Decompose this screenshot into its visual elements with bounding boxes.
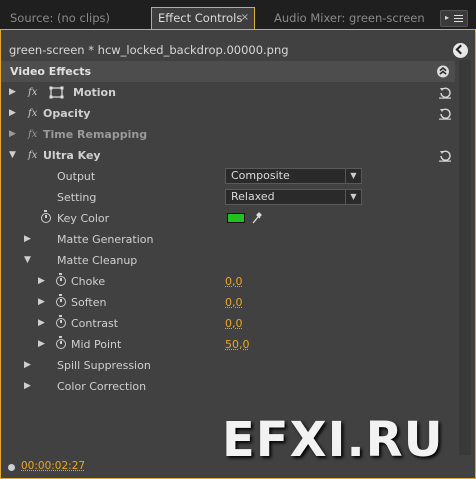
property-row-soften: ▶ Soften 0,0 [1,292,455,313]
disclosure-triangle-icon[interactable]: ▶ [24,376,31,397]
collapse-all-icon[interactable] [436,65,450,78]
group-row-color-correction[interactable]: ▶ Color Correction [1,376,455,397]
fx-badge[interactable]: fx [28,82,37,103]
reset-icon[interactable] [438,149,452,162]
stopwatch-icon[interactable] [56,336,66,349]
playhead-icon [8,464,15,471]
output-select-value: Composite [231,169,290,182]
property-label-setting: Setting [57,191,97,204]
tab-audio-mixer[interactable]: Audio Mixer: green-screen [264,8,429,29]
group-row-matte-generation[interactable]: ▶ Matte Generation [1,229,455,250]
disclosure-triangle-icon[interactable]: ▶ [9,82,16,103]
output-select[interactable]: Composite ▼ [225,168,362,184]
effect-row-time-remapping[interactable]: ▶ fx Time Remapping [1,124,455,145]
disclosure-triangle-icon[interactable]: ▶ [9,124,16,145]
disclosure-triangle-icon[interactable]: ▶ [24,229,31,250]
disclosure-triangle-icon[interactable]: ▶ [24,355,31,376]
disclosure-triangle-icon[interactable]: ▶ [38,313,45,334]
effect-row-motion[interactable]: ▶ fx Motion [1,82,455,103]
property-label-contrast: Contrast [71,317,119,330]
disclosure-triangle-icon[interactable]: ▶ [38,334,45,355]
stopwatch-icon[interactable] [41,210,51,223]
effect-label-motion: Motion [73,86,116,99]
disclosure-triangle-open-icon[interactable]: ▼ [24,250,31,271]
setting-select-value: Relaxed [231,190,275,203]
property-row-mid-point: ▶ Mid Point 50,0 [1,334,455,355]
property-label-mid-point: Mid Point [71,338,122,351]
group-label-matte-cleanup: Matte Cleanup [57,254,138,267]
group-row-spill-suppression[interactable]: ▶ Spill Suppression [1,355,455,376]
watermark-text: EFXI.RU [222,412,444,468]
property-label-key-color: Key Color [57,212,110,225]
property-label-output: Output [57,170,96,183]
motion-transform-icon[interactable] [49,86,65,99]
tab-effect-controls[interactable]: Effect Controls × [151,7,255,29]
property-row-output: Output Composite ▼ [1,166,455,187]
property-row-key-color: Key Color [1,208,455,229]
effect-label-opacity: Opacity [43,107,91,120]
eyedropper-icon[interactable] [252,212,262,224]
property-row-choke: ▶ Choke 0,0 [1,271,455,292]
setting-select[interactable]: Relaxed ▼ [225,189,362,205]
chevron-down-icon[interactable]: ▼ [345,190,361,204]
effect-row-ultra-key[interactable]: ▼ fx Ultra Key [1,145,455,166]
property-label-soften: Soften [71,296,107,309]
effect-label-ultra-key: Ultra Key [43,149,101,162]
property-label-choke: Choke [71,275,106,288]
effect-row-opacity[interactable]: ▶ fx Opacity [1,103,455,124]
choke-value[interactable]: 0,0 [225,271,243,292]
property-row-contrast: ▶ Contrast 0,0 [1,313,455,334]
disclosure-triangle-icon[interactable]: ▶ [38,292,45,313]
tab-source[interactable]: Source: (no clips) [0,8,150,29]
group-label-color-correction: Color Correction [57,380,147,393]
chevron-right-icon: ▸ [445,13,450,22]
group-label-spill-suppression: Spill Suppression [57,359,151,372]
clip-title-bar: green-screen * hcw_locked_backdrop.00000… [1,40,475,62]
clip-title: green-screen * hcw_locked_backdrop.00000… [9,43,289,57]
vertical-scrollbar[interactable] [459,60,471,455]
effect-label-time-remapping: Time Remapping [43,128,148,141]
group-row-matte-cleanup[interactable]: ▼ Matte Cleanup [1,250,455,271]
panel-tab-bar: Source: (no clips) Effect Controls × Aud… [0,0,476,29]
fx-badge: fx [28,129,38,140]
fx-badge[interactable]: fx [28,103,37,124]
disclosure-triangle-icon[interactable]: ▶ [9,103,16,124]
property-row-setting: Setting Relaxed ▼ [1,187,455,208]
fx-badge[interactable]: fx [28,145,37,166]
tab-effect-controls-label: Effect Controls [158,11,243,25]
chevron-down-icon[interactable]: ▼ [345,169,361,183]
mid-point-value[interactable]: 50,0 [225,334,250,355]
reset-icon[interactable] [438,107,452,120]
reset-icon[interactable] [438,86,452,99]
show-clip-icon[interactable] [453,43,468,58]
video-effects-header: Video Effects [1,61,455,82]
stopwatch-icon[interactable] [56,294,66,307]
contrast-value[interactable]: 0,0 [225,313,243,334]
key-color-swatch[interactable] [227,213,245,223]
disclosure-triangle-icon[interactable]: ▶ [38,271,45,292]
menu-lines-icon [454,15,463,16]
group-label-matte-generation: Matte Generation [57,233,154,246]
close-tab-icon[interactable]: × [241,8,249,28]
current-timecode[interactable]: 00:00:02:27 [21,460,85,472]
stopwatch-icon[interactable] [56,273,66,286]
effects-list: Video Effects ▶ fx Motion ▶ fx Opacity ▶… [1,60,455,428]
panel-menu-icon[interactable]: ▸ [440,10,468,27]
disclosure-triangle-open-icon[interactable]: ▼ [9,145,16,166]
soften-value[interactable]: 0,0 [225,292,243,313]
stopwatch-icon[interactable] [56,315,66,328]
video-effects-label: Video Effects [10,65,92,78]
